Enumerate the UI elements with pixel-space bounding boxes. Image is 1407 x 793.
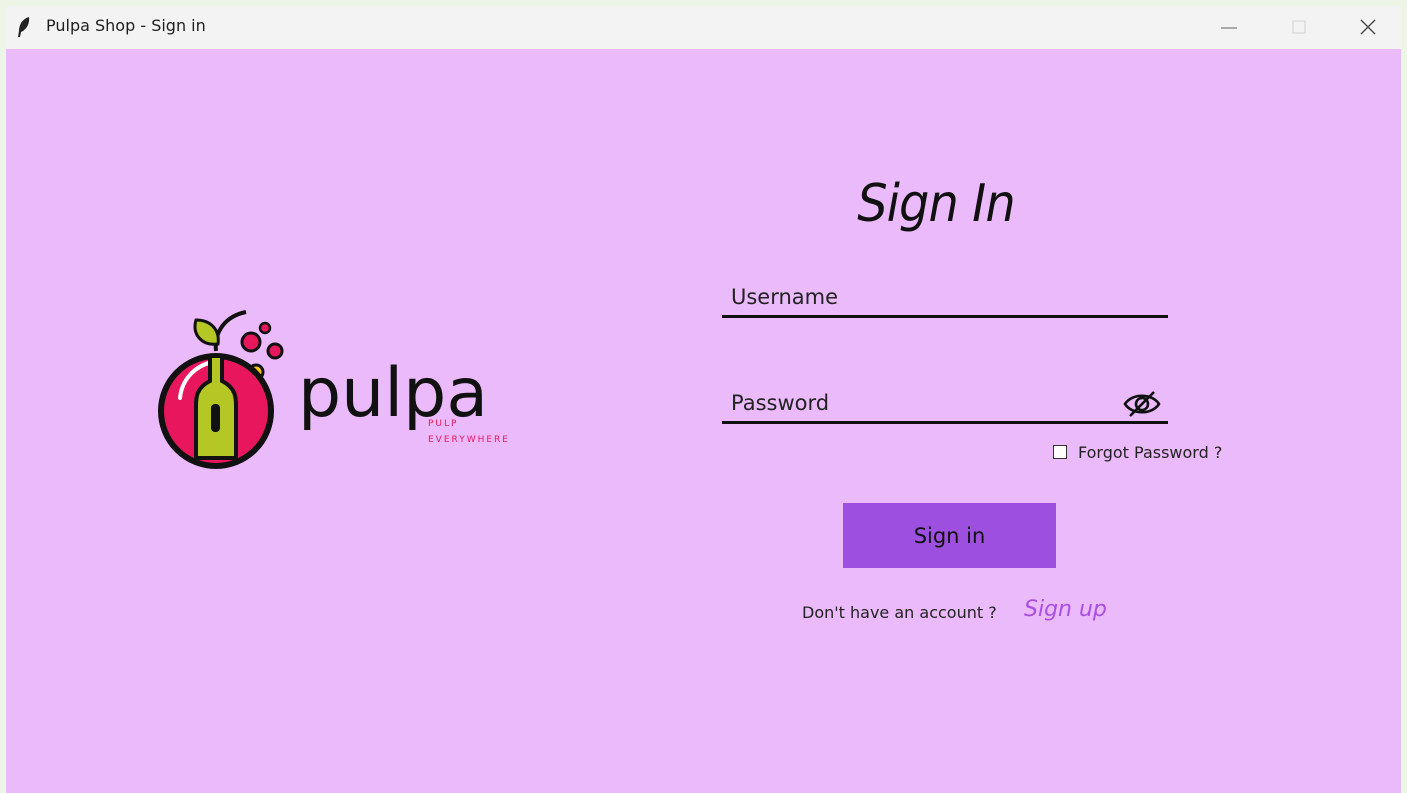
pulpa-logo: pulpa PULP EVERYWHERE	[158, 310, 510, 469]
window-title: Pulpa Shop - Sign in	[46, 16, 206, 35]
logo-tagline-line1: PULP	[428, 419, 458, 429]
sign-up-link[interactable]: Sign up	[1024, 597, 1107, 622]
forgot-password-label[interactable]: Forgot Password ?	[1078, 443, 1222, 462]
minimize-icon	[1221, 27, 1237, 29]
sign-in-button[interactable]: Sign in	[843, 503, 1056, 568]
eye-slash-icon[interactable]	[1122, 389, 1162, 419]
forgot-password-checkbox[interactable]	[1053, 445, 1067, 459]
close-icon	[1360, 19, 1376, 35]
minimize-button[interactable]	[1201, 6, 1257, 49]
app-window: Pulpa Shop - Sign in pulpa PULP EVERYWHE…	[6, 6, 1401, 793]
username-input[interactable]	[722, 278, 1168, 318]
logo-tagline-line2: EVERYWHERE	[428, 435, 510, 445]
maximize-icon	[1292, 20, 1306, 34]
logo-wordmark: pulpa	[298, 354, 488, 433]
no-account-text: Don't have an account ?	[802, 603, 997, 622]
title-bar: Pulpa Shop - Sign in	[6, 6, 1401, 49]
feather-icon	[18, 17, 30, 37]
page-title: Sign In	[857, 174, 1015, 234]
maximize-button[interactable]	[1271, 6, 1327, 49]
password-input[interactable]	[722, 384, 1168, 424]
close-button[interactable]	[1340, 6, 1396, 49]
